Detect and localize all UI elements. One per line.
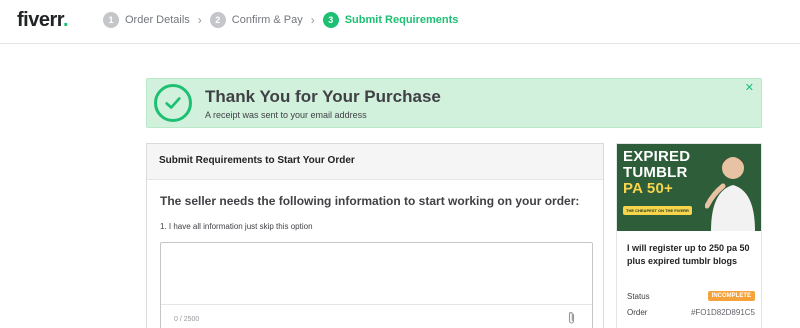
checkmark-icon — [154, 84, 192, 122]
status-badge: INCOMPLETE — [707, 291, 755, 301]
step-label: Order Details — [125, 14, 190, 26]
character-count: 0 / 2500 — [174, 316, 200, 323]
gig-title[interactable]: I will register up to 250 pa 50 plus exp… — [627, 242, 757, 268]
step-order-details[interactable]: 1 Order Details — [103, 12, 190, 28]
requirement-answer-textarea[interactable]: 0 / 2500 — [160, 242, 593, 328]
step-label: Submit Requirements — [344, 14, 459, 26]
requirements-title: The seller needs the following informati… — [160, 194, 580, 208]
step-number: 2 — [209, 12, 226, 28]
step-submit-requirements[interactable]: 3 Submit Requirements — [322, 12, 459, 28]
step-number: 3 — [322, 12, 339, 28]
gig-summary-card: EXPIRED TUMBLR PA 50+ THE CHEAPEST ON TH… — [616, 143, 762, 328]
order-row: Order #FO1D82D891C5 — [627, 308, 755, 317]
step-number: 1 — [103, 12, 119, 28]
gig-thumbnail[interactable]: EXPIRED TUMBLR PA 50+ THE CHEAPEST ON TH… — [617, 144, 761, 231]
purchase-success-banner: Thank You for Your Purchase A receipt wa… — [146, 78, 762, 128]
order-number: #FO1D82D891C5 — [690, 308, 755, 317]
checkout-steps: 1 Order Details › 2 Confirm & Pay › 3 Su… — [103, 12, 458, 28]
status-row: Status INCOMPLETE — [627, 291, 755, 301]
chevron-right-icon: › — [197, 13, 202, 27]
seller-photo-icon — [705, 157, 755, 231]
requirements-card: Submit Requirements to Start Your Order … — [146, 143, 604, 328]
thumbnail-text: EXPIRED TUMBLR PA 50+ — [623, 148, 691, 197]
order-label: Order — [627, 308, 648, 317]
status-label: Status — [627, 291, 650, 301]
close-icon[interactable]: ✕ — [745, 81, 754, 94]
step-label: Confirm & Pay — [231, 14, 303, 26]
requirements-header: Submit Requirements to Start Your Order — [147, 144, 603, 180]
banner-subtitle: A receipt was sent to your email address — [205, 110, 367, 120]
fiverr-logo[interactable]: fiverr. — [17, 9, 69, 32]
paperclip-icon[interactable] — [567, 311, 576, 328]
requirement-question: 1. I have all information just skip this… — [160, 222, 313, 231]
chevron-right-icon: › — [310, 13, 315, 27]
thumbnail-tag: THE CHEAPEST ON THE FIVERR — [623, 206, 692, 215]
top-header: fiverr. 1 Order Details › 2 Confirm & Pa… — [0, 0, 800, 44]
step-confirm-pay[interactable]: 2 Confirm & Pay — [209, 12, 303, 28]
banner-title: Thank You for Your Purchase — [205, 87, 441, 106]
textarea-input-area[interactable] — [161, 243, 592, 305]
